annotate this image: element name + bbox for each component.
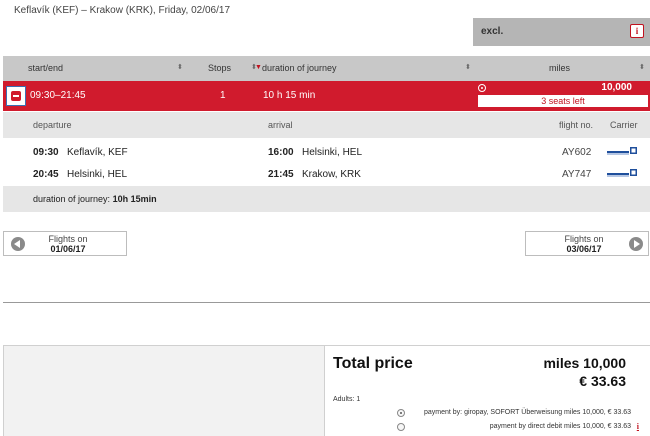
journey-duration-row: duration of journey: 10h 15min: [3, 186, 650, 212]
details-arrival-label: arrival: [268, 120, 293, 130]
details-departure-label: departure: [33, 120, 72, 130]
payment-radio[interactable]: [397, 423, 405, 431]
prev-day-date: 01/06/17: [50, 244, 86, 254]
flight-stops: 1: [220, 90, 226, 101]
prev-day-button[interactable]: Flights on 01/06/17: [3, 231, 127, 256]
flight-number: AY747: [562, 169, 592, 180]
selected-flight-row[interactable]: 09:30–21:45 1 10 h 15 min 10,000 3 seats…: [3, 81, 650, 111]
journey-duration-value: 10h 15min: [112, 194, 157, 204]
finnair-logo-icon: [607, 169, 637, 177]
payment-option-direct-debit[interactable]: payment by direct debit miles 10,000, € …: [397, 422, 639, 434]
departure-time: 20:45: [33, 169, 59, 180]
departure-time: 09:30: [33, 147, 59, 158]
header-miles[interactable]: miles: [549, 56, 570, 81]
total-miles: miles 10,000: [543, 355, 626, 371]
flight-select-checkbox[interactable]: [6, 86, 26, 106]
flight-time: 09:30–21:45: [30, 90, 86, 101]
header-stops[interactable]: Stops: [208, 56, 231, 81]
results-header: start/end ⬍ Stops ⬍ ▼ duration of journe…: [3, 56, 650, 81]
flight-segment: 20:45 Helsinki, HEL 21:45 Krakow, KRK AY…: [3, 164, 650, 186]
sort-updown-icon[interactable]: ⬍: [639, 64, 645, 71]
flight-number: AY602: [562, 147, 592, 158]
journey-duration: duration of journey: 10h 15min: [33, 194, 157, 204]
info-icon[interactable]: i: [630, 24, 644, 38]
next-day-date: 03/06/17: [566, 244, 602, 254]
route-title: Keflavík (KEF) – Krakow (KRK), Friday, 0…: [14, 5, 231, 16]
adults-count: Adults: 1: [333, 396, 361, 403]
arrow-left-icon: [11, 237, 25, 251]
minus-icon: [11, 91, 21, 101]
header-start-end[interactable]: start/end: [28, 56, 63, 81]
details-header: departure arrival flight no. Carrier: [3, 112, 650, 138]
next-day-button[interactable]: Flights on 03/06/17: [525, 231, 649, 256]
arrival-place: Krakow, KRK: [302, 169, 361, 180]
flight-miles: 10,000: [601, 82, 632, 93]
sort-down-icon[interactable]: ▼: [255, 64, 262, 71]
total-euro: € 33.63: [579, 373, 626, 389]
finnair-logo-icon: [607, 147, 637, 155]
info-icon[interactable]: i: [637, 422, 639, 431]
section-divider: [3, 302, 650, 303]
next-day-text: Flights on 03/06/17: [554, 234, 614, 254]
payment-option-giropay[interactable]: payment by: giropay, SOFORT Überweisung …: [397, 408, 637, 420]
payment-radio[interactable]: [397, 409, 405, 417]
prev-day-label: Flights on: [48, 234, 88, 244]
departure-place: Helsinki, HEL: [67, 169, 128, 180]
flight-duration: 10 h 15 min: [263, 90, 316, 101]
journey-duration-label: duration of journey:: [33, 194, 111, 204]
details-carrier-label: Carrier: [610, 120, 638, 130]
flight-segment: 09:30 Keflavík, KEF 16:00 Helsinki, HEL …: [3, 142, 650, 164]
prev-day-text: Flights on 01/06/17: [38, 234, 98, 254]
payment-option-text: payment by direct debit miles 10,000, € …: [489, 423, 631, 430]
arrival-place: Helsinki, HEL: [302, 147, 363, 158]
departure-place: Keflavík, KEF: [67, 147, 128, 158]
arrow-right-icon: [629, 237, 643, 251]
seats-left-badge: 3 seats left: [478, 95, 648, 107]
fare-class-label: excl.: [481, 26, 504, 37]
summary-left-panel: [3, 345, 325, 436]
header-duration[interactable]: duration of journey: [262, 56, 337, 81]
details-flight-no-label: flight no.: [559, 120, 594, 130]
sort-updown-icon[interactable]: ⬍: [465, 64, 471, 71]
next-day-label: Flights on: [564, 234, 604, 244]
sort-updown-icon[interactable]: ⬍: [177, 64, 183, 71]
fare-radio[interactable]: [478, 84, 486, 92]
fare-class-box: excl. i: [473, 18, 650, 46]
payment-option-text: payment by: giropay, SOFORT Überweisung …: [424, 409, 631, 416]
arrival-time: 21:45: [268, 169, 294, 180]
total-price-label: Total price: [333, 355, 413, 372]
arrival-time: 16:00: [268, 147, 294, 158]
